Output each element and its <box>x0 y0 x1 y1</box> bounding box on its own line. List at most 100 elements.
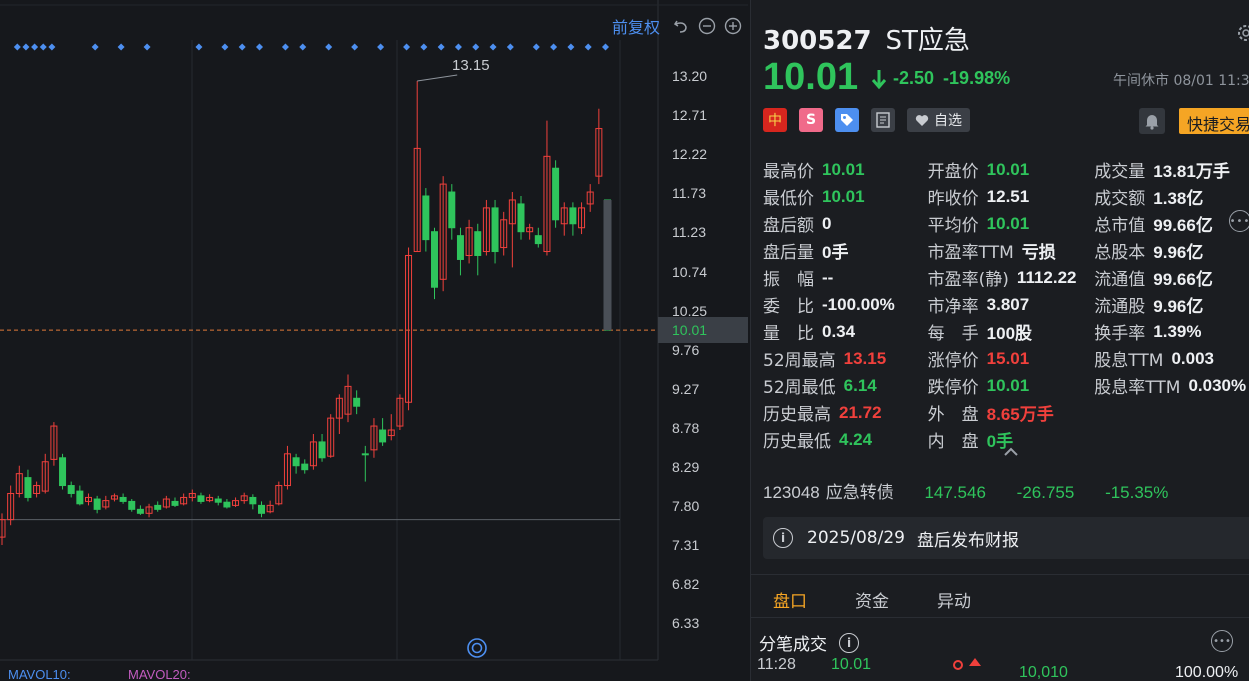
more-stats-icon[interactable]: ••• <box>1229 210 1249 232</box>
chart-toolbar: 前复权 <box>612 14 742 38</box>
stat-value: 0手 <box>822 243 849 262</box>
candle-body <box>258 504 265 514</box>
locate-target-icon[interactable] <box>466 637 488 659</box>
stat-label: 平均价 <box>927 216 979 236</box>
stat-label: 股息TTM <box>1094 351 1164 371</box>
event-marker <box>403 43 411 51</box>
tag-icon[interactable] <box>835 108 859 132</box>
stat-cell: 平均价 10.01 <box>927 211 1095 237</box>
event-marker <box>437 43 445 51</box>
stat-value: 13.81万手 <box>1153 162 1230 181</box>
event-marker <box>195 43 203 51</box>
axis-tick-label: 6.82 <box>672 576 700 593</box>
chevron-up-icon[interactable] <box>1003 446 1019 458</box>
candle-body <box>318 441 326 459</box>
undo-icon[interactable] <box>672 17 690 35</box>
zoom-out-icon[interactable] <box>698 17 716 35</box>
event-marker <box>13 43 21 51</box>
stat-cell: 流通值 99.66亿 <box>1094 265 1249 290</box>
bond-code: 123048 <box>763 483 820 502</box>
tab-0[interactable]: 盘口 <box>773 575 807 617</box>
tick-more-icon[interactable]: ••• <box>1211 630 1233 652</box>
candle-body <box>67 485 75 494</box>
stat-label: 52周最高 <box>763 351 836 371</box>
stat-value: 1.39% <box>1153 321 1202 341</box>
candle-body <box>474 231 482 256</box>
stat-label: 换手率 <box>1094 324 1146 344</box>
kline-chart[interactable] <box>0 0 748 681</box>
stat-cell: 盘后量 0手 <box>763 238 928 263</box>
tick-price: 10.01 <box>831 656 872 673</box>
stat-row: 历史最高 21.72 外 盘 8.65万手 <box>763 399 1249 426</box>
tab-1[interactable]: 资金 <box>855 575 889 617</box>
stat-label: 跌停价 <box>927 378 979 398</box>
gear-icon[interactable] <box>1235 22 1249 44</box>
candle-body <box>154 504 162 510</box>
axis-tick-label: 12.22 <box>672 146 708 163</box>
stat-label: 最低价 <box>763 189 814 209</box>
st-risk-icon[interactable]: S <box>799 108 823 132</box>
stat-cell: 历史最低 4.24 <box>763 427 928 453</box>
event-marker <box>420 43 428 51</box>
stat-cell: 外 盘 8.65万手 <box>928 400 1095 425</box>
event-marker <box>377 43 385 51</box>
axis-tick-label: 11.23 <box>672 224 706 241</box>
stat-label: 流通值 <box>1094 270 1146 290</box>
event-marker <box>281 43 289 51</box>
stat-row: 52周最低 6.14 跌停价 10.01 股息率TTM 0.030% <box>763 372 1249 399</box>
bond-name: 应急转债 <box>825 483 894 502</box>
stat-value: -100.00% <box>822 294 895 314</box>
tick-trades-header: 分笔成交 i <box>759 630 1249 655</box>
kline-chart-pane[interactable]: 前复权 13.20 12.71 12.22 11.73 11.23 10.74 10.25 9… <box>0 0 748 681</box>
high-price-annotation: 13.15 <box>452 57 490 74</box>
price-alert-button[interactable] <box>1139 108 1165 134</box>
convertible-bond-row[interactable]: 123048 应急转债 147.546 -26.755 -15.35% <box>763 478 1194 503</box>
fast-trade-button[interactable]: 快捷交易 <box>1179 108 1249 134</box>
notes-icon[interactable] <box>871 108 895 132</box>
stat-cell: 每 手 100股 <box>928 319 1095 344</box>
stat-value: 1.38亿 <box>1153 189 1204 208</box>
candle-body <box>24 477 32 498</box>
event-marker <box>602 43 609 51</box>
stat-value: 13.15 <box>843 348 887 368</box>
event-marker <box>31 43 39 51</box>
stat-cell: 52周最低 6.14 <box>763 373 928 399</box>
candle-body <box>249 496 257 505</box>
event-marker <box>117 43 125 51</box>
tick-row: 11:28 10.01 10,010 100.00% <box>757 656 1249 681</box>
axis-tick-label: 9.27 <box>672 380 700 397</box>
stat-label: 每 手 <box>927 324 979 344</box>
candle-body <box>379 429 387 443</box>
axis-tick-label: 13.20 <box>672 68 708 84</box>
add-to-watchlist-button[interactable]: 自选 <box>907 108 970 132</box>
stat-row: 52周最高 13.15 涨停价 15.01 股息TTM 0.003 <box>763 345 1249 372</box>
candle-body <box>534 235 542 245</box>
event-marker <box>48 43 56 51</box>
stat-value: 0 <box>822 213 832 233</box>
info-icon[interactable]: i <box>839 632 859 653</box>
mavol10-label: MAVOL10: <box>8 667 71 681</box>
candle-body <box>301 463 309 471</box>
change-percent: -19.98% <box>943 68 1011 88</box>
earnings-notice[interactable]: i 2025/08/29 盘后发布财报 <box>763 517 1249 559</box>
adjust-mode-selector[interactable]: 前复权 <box>612 14 660 38</box>
stat-label: 内 盘 <box>927 432 979 452</box>
axis-tick-label: 9.76 <box>672 341 700 358</box>
bell-icon <box>1145 115 1159 130</box>
stat-cell: 换手率 1.39% <box>1094 319 1249 345</box>
event-marker <box>472 43 480 51</box>
tab-2[interactable]: 异动 <box>937 575 971 617</box>
axis-tick-label: 11.73 <box>672 185 706 202</box>
stat-row: 最低价 10.01 昨收价 12.51 成交额 1.38亿 <box>763 183 1249 210</box>
tick-trades-title: 分笔成交 <box>759 635 827 655</box>
stat-value: 6.14 <box>843 375 877 395</box>
zoom-in-icon[interactable] <box>724 17 742 35</box>
tick-up-icon <box>969 658 981 666</box>
stock-code: 300527 <box>763 26 872 56</box>
candle-body <box>128 500 136 510</box>
stat-cell: 成交额 1.38亿 <box>1094 184 1249 209</box>
stat-value: 0.003 <box>1171 348 1214 368</box>
event-marker <box>550 43 558 51</box>
stat-label: 开盘价 <box>927 162 979 182</box>
stat-value: 21.72 <box>839 402 882 422</box>
